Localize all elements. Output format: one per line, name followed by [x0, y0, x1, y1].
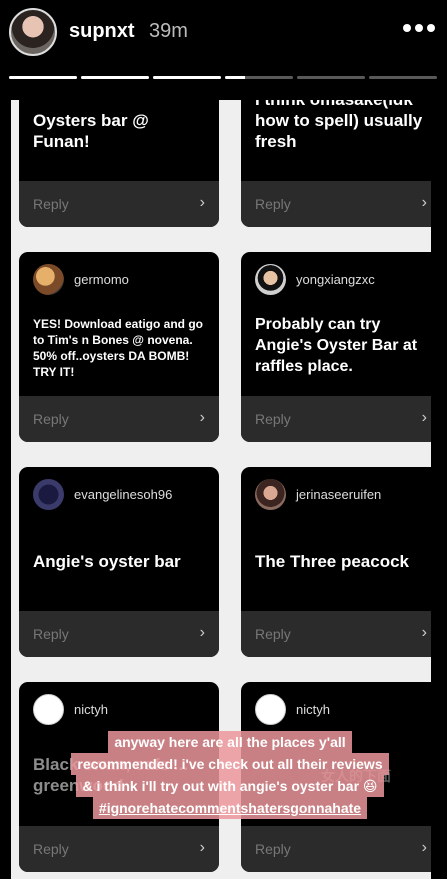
reply-button[interactable]: Reply ›	[19, 826, 219, 872]
reply-label: Reply	[33, 196, 69, 212]
question-card: Oysters bar @ Funan! Reply ›	[19, 100, 219, 227]
story-username[interactable]: supnxt	[69, 20, 135, 43]
card-answer: YES! Download eatigo and go to Tim's n B…	[33, 317, 204, 379]
caption-line: & i think i'll try out with angie's oyst…	[76, 775, 384, 797]
card-answer: Angie's oyster bar	[33, 552, 181, 571]
reply-button[interactable]: Reply ›	[241, 396, 431, 442]
avatar[interactable]	[33, 694, 64, 725]
reply-button[interactable]: Reply ›	[241, 826, 431, 872]
question-card: jerinaseeruifen The Three peacock Reply …	[241, 467, 431, 657]
story-caption: anyway here are all the places y'all rec…	[40, 731, 420, 819]
chevron-right-icon: ›	[199, 624, 205, 641]
chevron-right-icon: ›	[421, 409, 427, 426]
reply-button[interactable]: Reply ›	[19, 181, 219, 227]
caption-line: recommended! i've check out all their re…	[71, 753, 389, 775]
reply-label: Reply	[255, 626, 291, 642]
caption-hashtag[interactable]: #ignorehatecommentshatersgonnahate	[92, 797, 368, 819]
progress-segment	[225, 76, 293, 79]
question-card: yongxiangzxc Probably can try Angie's Oy…	[241, 252, 431, 442]
card-answer: Oysters bar @ Funan!	[33, 111, 149, 151]
story-header: supnxt 39m	[0, 0, 447, 100]
reply-label: Reply	[33, 626, 69, 642]
card-answer: The Three peacock	[255, 552, 410, 571]
progress-segment	[369, 76, 437, 79]
reply-button[interactable]: Reply ›	[241, 181, 431, 227]
progress-segment	[297, 76, 365, 79]
card-username[interactable]: jerinaseeruifen	[296, 487, 381, 502]
reply-button[interactable]: Reply ›	[241, 611, 431, 657]
story-timestamp: 39m	[149, 20, 188, 42]
reply-button[interactable]: Reply ›	[19, 396, 219, 442]
card-username[interactable]: evangelinesoh96	[74, 487, 172, 502]
more-horizontal-icon[interactable]	[403, 24, 435, 32]
reply-label: Reply	[255, 841, 291, 857]
card-answer: I think omasake(idk how to spell) usuall…	[255, 100, 423, 151]
chevron-right-icon: ›	[421, 624, 427, 641]
chevron-right-icon: ›	[199, 839, 205, 856]
progress-segment	[81, 76, 149, 79]
reply-label: Reply	[255, 196, 291, 212]
chevron-right-icon: ›	[199, 194, 205, 211]
question-card: evangelinesoh96 Angie's oyster bar Reply…	[19, 467, 219, 657]
reply-label: Reply	[33, 411, 69, 427]
progress-segment	[153, 76, 221, 79]
avatar[interactable]	[255, 479, 286, 510]
avatar[interactable]	[33, 264, 64, 295]
chevron-right-icon: ›	[199, 409, 205, 426]
question-card: I think omasake(idk how to spell) usuall…	[241, 100, 431, 227]
reply-label: Reply	[255, 411, 291, 427]
card-username[interactable]: germomo	[74, 272, 129, 287]
question-card: germomo YES! Download eatigo and go to T…	[19, 252, 219, 442]
avatar[interactable]	[33, 479, 64, 510]
chevron-right-icon: ›	[421, 839, 427, 856]
story-progress-bar	[9, 76, 437, 80]
caption-line: anyway here are all the places y'all	[108, 731, 352, 753]
progress-segment	[9, 76, 77, 79]
reply-button[interactable]: Reply ›	[19, 611, 219, 657]
avatar[interactable]	[9, 8, 57, 56]
avatar[interactable]	[255, 694, 286, 725]
reply-label: Reply	[33, 841, 69, 857]
card-answer: Probably can try Angie's Oyster Bar at r…	[255, 316, 418, 375]
avatar[interactable]	[255, 264, 286, 295]
card-username[interactable]: nictyh	[296, 702, 330, 717]
chevron-right-icon: ›	[421, 194, 427, 211]
card-username[interactable]: yongxiangzxc	[296, 272, 375, 287]
card-username[interactable]: nictyh	[74, 702, 108, 717]
